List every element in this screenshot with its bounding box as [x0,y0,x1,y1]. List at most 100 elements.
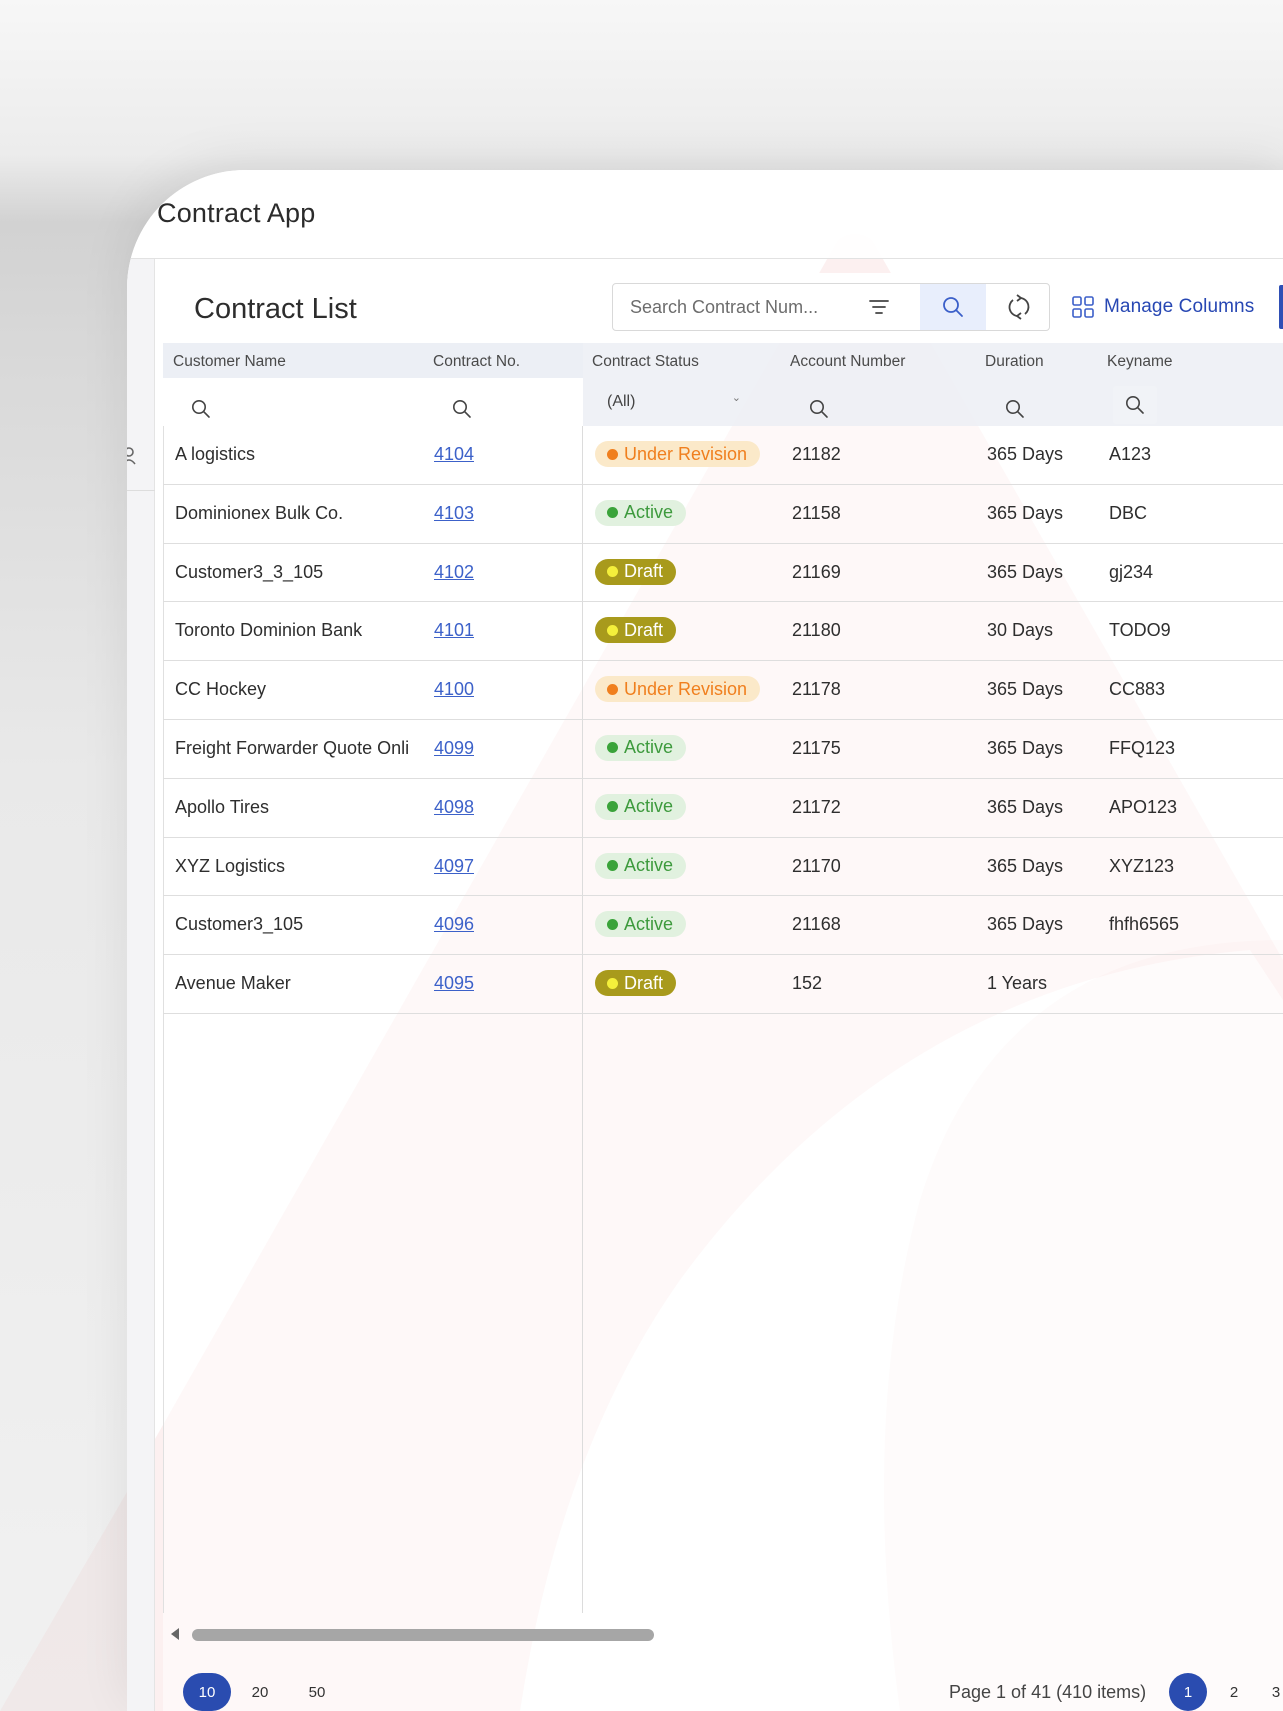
status-label: Draft [624,619,664,640]
status-dot-icon [607,801,618,813]
search-button[interactable] [920,284,986,330]
contract-status-filter-select[interactable]: (All) ⌄ [599,387,749,417]
keyname-cell: A123 [1109,444,1152,464]
keyname-filter-search-icon[interactable] [1113,386,1157,424]
keyname-cell: XYZ123 [1109,855,1175,876]
contract-no-link[interactable]: 4104 [434,444,474,465]
account-number-cell: 21175 [792,737,841,758]
refresh-icon [1008,294,1030,320]
table-row[interactable]: Customer3_105 4096 21168 365 Days fhfh6565 Ac… [163,896,1283,956]
column-header-account-number[interactable]: Account Number [790,353,905,371]
manage-columns-button[interactable]: Manage Columns [1072,289,1254,325]
table-row[interactable]: Dominionex Bulk Co. 4103 21158 365 Days DBC A… [163,485,1283,544]
duration-filter-search-icon[interactable] [1005,399,1025,419]
status-label: Draft [624,561,664,582]
page-title: Contract List [194,293,357,325]
table-row[interactable]: Customer3_3_105 4102 21169 365 Days gj234 Dra… [163,544,1283,603]
status-badge: Active [595,793,687,820]
account-number-cell: 21158 [792,502,841,523]
contract-status-cell: Active [595,793,687,820]
app-title: Contract App [157,198,316,228]
contract-no-link[interactable]: 4102 [434,562,474,583]
page-2-button[interactable]: 2 [1215,1673,1253,1711]
account-number-cell: 21169 [792,561,841,582]
pager: 10 20 50 Page 1 of 41 (410 items) 1 2 3 [163,1663,1283,1711]
refresh-button[interactable] [989,284,1049,330]
filter-icon[interactable] [865,293,893,321]
status-badge: Active [595,852,687,879]
customer-name-filter-search-icon[interactable] [191,399,211,419]
column-header-contract-no[interactable]: Contract No. [433,353,520,371]
status-dot-icon [607,448,618,460]
duration-cell: 365 Days [987,914,1064,935]
search-input[interactable] [614,285,844,329]
scroll-left-arrow-icon[interactable] [171,1628,179,1640]
duration-cell: 365 Days [987,855,1064,876]
keyname-cell: CC883 [1109,679,1166,700]
contract-no-link[interactable]: 4101 [434,620,474,641]
keyname-cell: FFQ123 [1109,737,1176,758]
side-divider [127,490,155,491]
account-number-cell: 21172 [792,796,841,817]
user-icon[interactable] [127,446,137,473]
customer-name-cell: Customer3_3_105 [175,561,324,582]
account-number-filter-search-icon[interactable] [809,399,829,419]
status-dot-icon [607,977,618,989]
contract-status-cell: Draft [595,970,677,997]
keyname-cell: TODO9 [1109,620,1171,641]
status-filter-value: (All) [607,393,636,410]
duration-cell: 30 Days [987,620,1054,641]
contract-no-link[interactable]: 4103 [434,503,474,524]
scrollbar-thumb[interactable] [192,1629,654,1641]
table-row[interactable]: Freight Forwarder Quote Onli 4099 21175 365… [163,720,1283,779]
column-header-customer-name[interactable]: Customer Name [173,353,286,371]
status-dot-icon [607,860,618,872]
contract-no-link[interactable]: 4098 [434,797,474,818]
column-header-keyname[interactable]: Keyname [1107,353,1172,371]
table-row[interactable]: Toronto Dominion Bank 4101 21180 30 Days TOD… [163,602,1283,662]
overflow-action-button[interactable] [1279,285,1283,329]
page-size-10-button[interactable]: 10 [183,1673,231,1711]
contract-no-filter-search-icon[interactable] [452,399,472,419]
status-dot-icon [607,683,618,695]
customer-name-cell: A logistics [175,444,256,464]
app-header: Contract App [127,170,1283,259]
table-row[interactable]: Avenue Maker 4095 152 1 Years Draft [163,955,1283,1014]
status-dot-icon [607,507,618,519]
page-size-50-button[interactable]: 50 [293,1673,341,1711]
account-number-cell: 21168 [792,914,841,935]
keyname-cell: fhfh6565 [1109,914,1180,935]
status-label: Active [624,796,674,817]
contract-no-link[interactable]: 4100 [434,679,474,700]
status-label: Under Revision [624,443,748,464]
duration-cell: 365 Days [987,737,1064,758]
table-row[interactable]: Apollo Tires 4098 21172 365 Days APO123 Activ… [163,779,1283,838]
contract-status-cell: Under Revision [595,676,761,703]
status-badge: Active [595,734,687,761]
duration-cell: 365 Days [987,502,1064,523]
status-badge: Draft [595,558,677,585]
column-header-contract-status[interactable]: Contract Status [592,353,699,371]
page-size-20-button[interactable]: 20 [236,1673,284,1711]
contract-no-link[interactable]: 4095 [434,973,474,994]
table-row[interactable]: XYZ Logistics 4097 21170 365 Days XYZ123 Acti… [163,838,1283,897]
contract-no-link[interactable]: 4099 [434,738,474,759]
customer-name-cell: Freight Forwarder Quote Onli [175,737,410,758]
table-row[interactable]: CC Hockey 4100 21178 365 Days CC883 Under Rev… [163,661,1283,720]
contract-status-cell: Active [595,499,687,526]
page-3-button[interactable]: 3 [1257,1673,1283,1711]
contract-no-link[interactable]: 4097 [434,856,474,877]
page-info: Page 1 of 41 (410 items) [949,1682,1147,1702]
contract-no-link[interactable]: 4096 [434,914,474,935]
toolbar: Contract List Manage Columns [163,273,1283,343]
table-row[interactable]: A logistics 4104 21182 365 Days A123 Under Re… [163,426,1283,485]
column-header-duration[interactable]: Duration [985,353,1044,371]
hamburger-menu-icon[interactable] [127,202,133,214]
horizontal-scrollbar[interactable] [163,1623,1283,1647]
contract-status-cell: Draft [595,558,677,585]
account-number-cell: 21178 [792,679,841,700]
duration-cell: 1 Years [987,973,1048,994]
contract-list-panel: Contract List Manage Columns [163,273,1283,1711]
status-dot-icon [607,624,618,636]
page-1-button[interactable]: 1 [1169,1673,1207,1711]
